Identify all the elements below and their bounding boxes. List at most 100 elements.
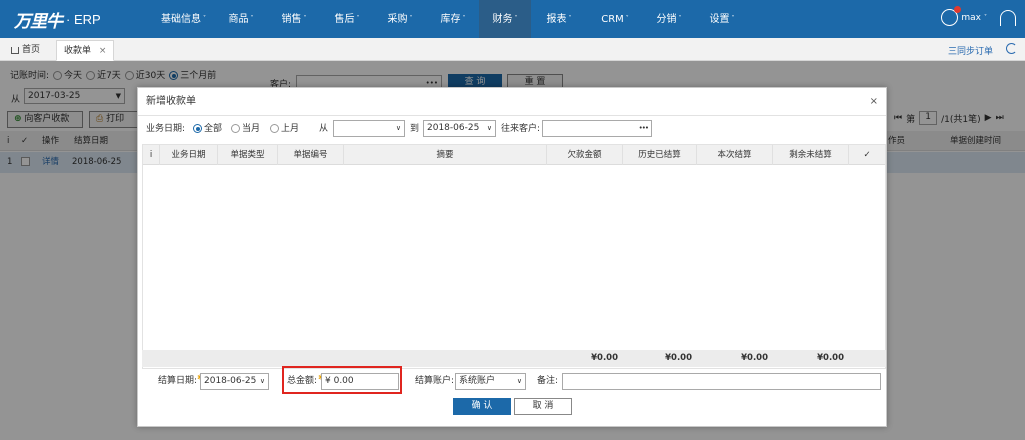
receipt-detail-table: i 业务日期 单据类型 单据编号 摘要 欠款金额 历史已结算 本次结算 剩余未结… [142, 144, 886, 369]
top-nav-bar: 万里牛 · ERP 基础信息 ˅ 商品 ˅ 销售 ˅ 售后 ˅ 采购 ˅ 库存 ˅ 财务 ˅ … [0, 0, 1025, 38]
col-current-settle: 本次结算 [697, 145, 773, 165]
tab-bar: 首页 收款单 × [0, 38, 1025, 61]
highlight-box [282, 366, 402, 394]
refresh-icon[interactable] [1006, 43, 1017, 54]
nav-item-finance[interactable]: 财务 ˅ [479, 0, 531, 38]
from-date-select[interactable]: ∨ [333, 120, 405, 137]
home-icon [11, 47, 19, 54]
chevron-down-icon: ˅ [356, 15, 360, 22]
chevron-down-icon: ∨ [516, 377, 522, 385]
nav-label: 库存 [440, 14, 461, 25]
nav-item-purchase[interactable]: 采购 ˅ [373, 0, 427, 38]
nav-item-distribution[interactable]: 分销 ˅ [643, 0, 695, 38]
total-settled-history: ¥0.00 [665, 353, 692, 363]
dialog-title: 新增收款单 [138, 88, 886, 116]
nav-label: 销售 [281, 14, 302, 25]
radio-circle-icon [193, 124, 202, 133]
customer-input[interactable]: ••• [542, 120, 652, 137]
customer-label: 往来客户: [501, 124, 541, 134]
total-remaining: ¥0.00 [817, 353, 844, 363]
nav-item-goods[interactable]: 商品 ˅ [215, 0, 267, 38]
nav-label: 设置 [709, 14, 730, 25]
radio-circle-icon [231, 124, 240, 133]
nav-label: 分销 [656, 14, 677, 25]
col-doc-type: 单据类型 [218, 145, 278, 165]
chevron-down-icon: ˅ [250, 15, 254, 22]
account-label: 结算账户: [415, 376, 455, 386]
nav-label: 售后 [334, 14, 355, 25]
radio-label: 当月 [242, 124, 261, 134]
radio-all[interactable]: 全部 [193, 121, 222, 137]
chevron-down-icon: ˅ [303, 15, 307, 22]
product-name: · ERP [66, 11, 101, 27]
col-info: i [143, 145, 160, 165]
chevron-down-icon: ˅ [625, 15, 629, 22]
col-biz-date: 业务日期 [160, 145, 218, 165]
notification-dot [954, 6, 962, 13]
nav-label: 财务 [492, 14, 513, 25]
nav-label: CRM [601, 14, 624, 25]
tab-home[interactable]: 首页 [4, 40, 47, 61]
remark-label: 备注: [537, 376, 559, 386]
new-receipt-dialog: 新增收款单 × 业务日期: 全部 当月 上月 从 ∨ 到 2018-06-25 ∨… [137, 87, 887, 427]
radio-label: 全部 [204, 124, 223, 134]
nav-item-crm[interactable]: CRM ˅ [587, 0, 643, 38]
nav-item-sales[interactable]: 销售 ˅ [267, 0, 321, 38]
chevron-down-icon: ˅ [678, 15, 682, 22]
nav-label: 报表 [546, 14, 567, 25]
chevron-down-icon: ∨ [486, 124, 492, 132]
user-menu[interactable]: max ˅ [941, 6, 987, 26]
tab-label: 收款单 [64, 46, 92, 56]
to-date-select[interactable]: 2018-06-25 ∨ [423, 120, 496, 137]
nav-label: 基础信息 [161, 14, 201, 25]
col-doc-number: 单据编号 [278, 145, 344, 165]
chevron-down-icon: ˅ [409, 15, 413, 22]
radio-last-month[interactable]: 上月 [270, 121, 299, 137]
total-current-settle: ¥0.00 [741, 353, 768, 363]
close-icon[interactable]: × [870, 96, 878, 107]
nav-item-settings[interactable]: 设置 ˅ [695, 0, 749, 38]
headset-icon[interactable] [1000, 10, 1016, 26]
close-icon[interactable]: × [99, 46, 107, 56]
col-remaining: 剩余未结算 [773, 145, 849, 165]
remark-input[interactable] [562, 373, 881, 390]
cancel-button[interactable]: 取 消 [514, 398, 572, 415]
col-settled-history: 历史已结算 [623, 145, 697, 165]
chevron-down-icon: ˅ [731, 15, 735, 22]
chevron-down-icon: ˅ [462, 15, 466, 22]
chevron-down-icon: ∨ [395, 124, 401, 132]
chevron-down-icon: ˅ [984, 14, 987, 21]
confirm-button[interactable]: 确 认 [453, 398, 511, 415]
username: max [961, 12, 981, 23]
tab-receipts[interactable]: 收款单 × [56, 40, 115, 61]
to-label: 到 [410, 124, 420, 134]
nav-label: 采购 [387, 14, 408, 25]
user-avatar-icon [941, 6, 962, 26]
col-arrears: 欠款金额 [547, 145, 623, 165]
more-icon[interactable]: ••• [639, 121, 649, 136]
from-label: 从 [319, 124, 329, 134]
settle-date-select[interactable]: 2018-06-25 ∨ [200, 373, 269, 390]
sync-orders-button[interactable]: 三同步订单 [948, 44, 993, 57]
radio-this-month[interactable]: 当月 [231, 121, 260, 137]
select-value: 2018-06-25 [427, 123, 480, 133]
chevron-down-icon: ˅ [203, 15, 206, 22]
col-check[interactable]: ✓ [849, 145, 885, 165]
chevron-down-icon: ˅ [514, 15, 518, 22]
table-header: i 业务日期 单据类型 单据编号 摘要 欠款金额 历史已结算 本次结算 剩余未结… [143, 145, 885, 165]
nav-item-reports[interactable]: 报表 ˅ [531, 0, 587, 38]
nav-item-basic-info[interactable]: 基础信息 ˅ [152, 0, 215, 38]
col-summary: 摘要 [344, 145, 547, 165]
select-value: 系统账户 [459, 376, 496, 386]
tab-label: 首页 [22, 45, 41, 55]
table-totals-row: ¥0.00 ¥0.00 ¥0.00 ¥0.00 [142, 350, 886, 367]
radio-circle-icon [270, 124, 279, 133]
account-select[interactable]: 系统账户 ∨ [455, 373, 526, 390]
chevron-down-icon: ˅ [568, 15, 572, 22]
logo[interactable]: 万里牛 · ERP [14, 5, 101, 33]
nav-item-after-sales[interactable]: 售后 ˅ [321, 0, 373, 38]
chevron-down-icon: ∨ [259, 377, 265, 385]
total-arrears: ¥0.00 [591, 353, 618, 363]
brand-name: 万里牛 [14, 11, 63, 32]
nav-item-inventory[interactable]: 库存 ˅ [427, 0, 479, 38]
